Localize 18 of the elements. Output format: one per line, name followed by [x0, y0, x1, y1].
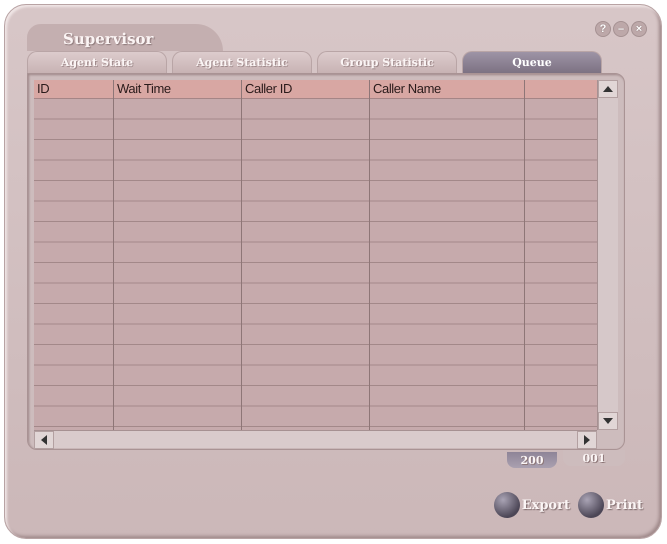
- column-header[interactable]: Wait Time: [114, 80, 241, 99]
- vertical-scrollbar[interactable]: [597, 80, 618, 430]
- minimize-button[interactable]: –: [613, 21, 629, 37]
- tab[interactable]: Agent Statistic: [172, 51, 312, 73]
- help-button[interactable]: ?: [595, 21, 611, 37]
- tab[interactable]: Group Statistic: [317, 51, 457, 73]
- column-header: [525, 80, 597, 99]
- column-header[interactable]: Caller ID: [242, 80, 369, 99]
- column-header[interactable]: Caller Name: [370, 80, 524, 99]
- window-title: Supervisor: [63, 30, 154, 48]
- close-button[interactable]: ×: [631, 21, 647, 37]
- tab[interactable]: Queue: [462, 51, 602, 73]
- action-button[interactable]: Export: [494, 492, 570, 518]
- column-header[interactable]: ID: [34, 80, 113, 99]
- action-button[interactable]: Print: [578, 492, 643, 518]
- tab[interactable]: 200: [507, 452, 557, 468]
- tab[interactable]: Agent State: [27, 51, 167, 73]
- horizontal-scrollbar[interactable]: [34, 430, 597, 448]
